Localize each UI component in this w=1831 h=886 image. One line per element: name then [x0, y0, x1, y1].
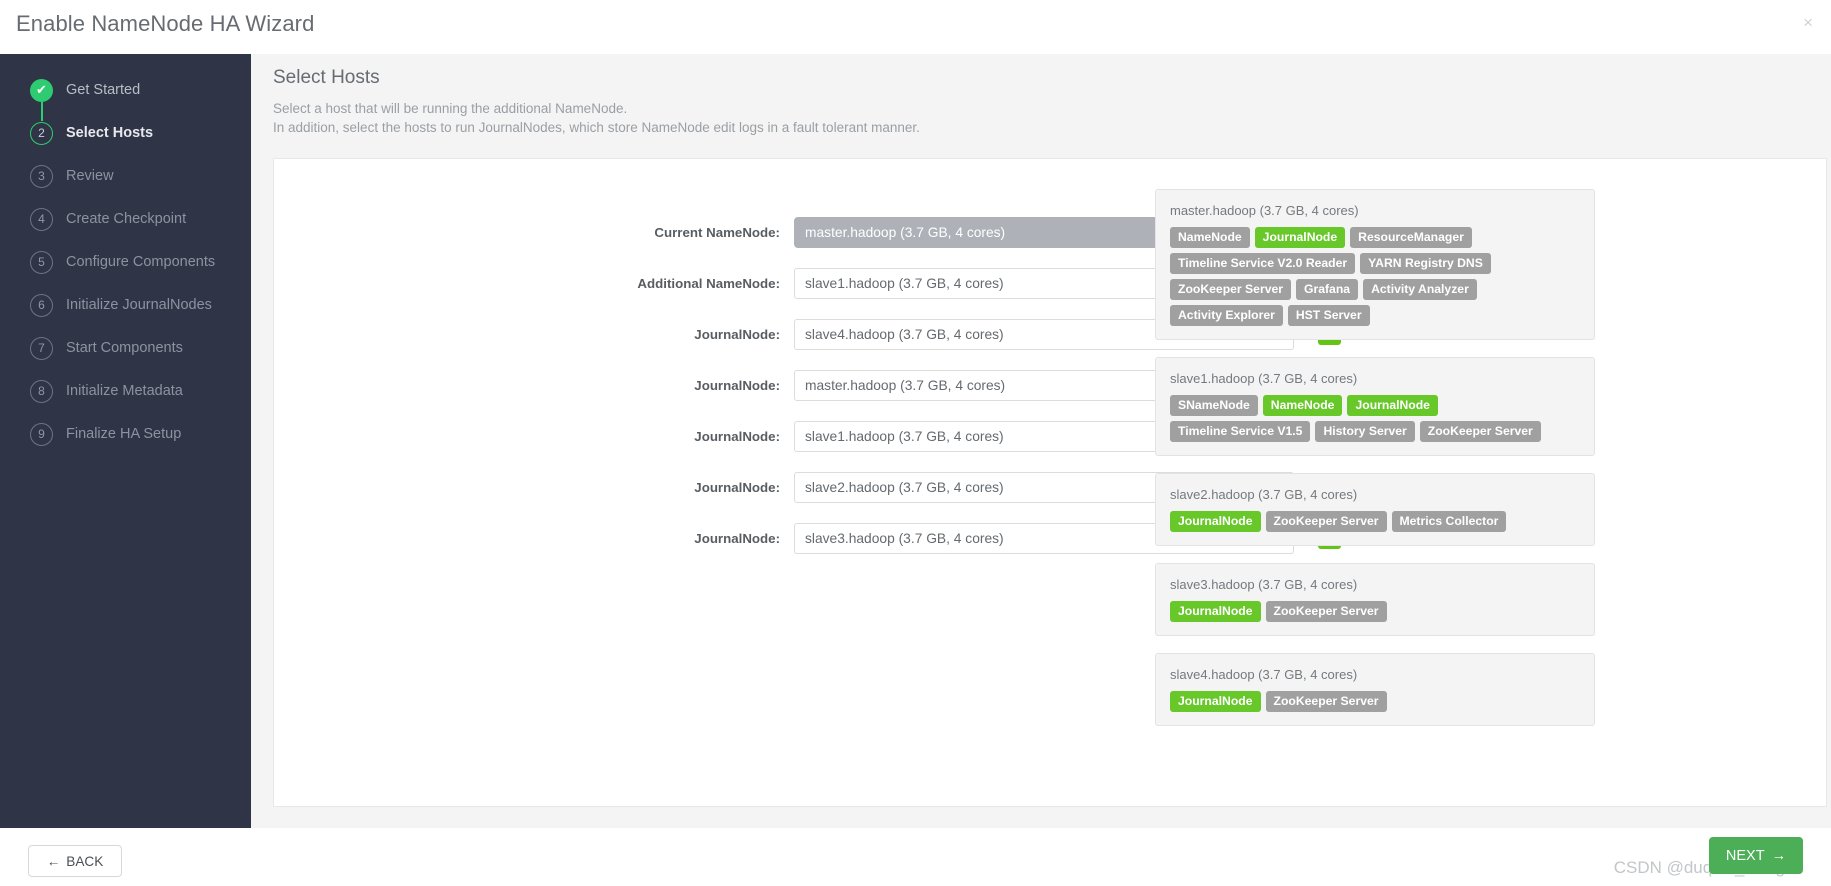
step-label: Select Hosts — [66, 125, 154, 141]
sidebar-step-initialize-metadata[interactable]: 8 Initialize Metadata — [30, 375, 183, 407]
back-button-label: BACK — [66, 853, 104, 869]
content-area: Select Hosts Select a host that will be … — [251, 54, 1831, 828]
component-tag: ZooKeeper Server — [1265, 691, 1387, 712]
component-tag: ZooKeeper Server — [1170, 279, 1291, 300]
sidebar-step-select-hosts[interactable]: 2 Select Hosts — [30, 117, 153, 149]
wizard-footer: ← BACK CSDN @duqiao_wang NEXT → — [0, 828, 1831, 886]
sidebar-step-get-started[interactable]: ✔ Get Started — [30, 74, 140, 106]
arrow-left-icon: ← — [46, 853, 61, 869]
host-card-name: slave1.hadoop (3.7 GB, 4 cores) — [1170, 371, 1358, 386]
component-tag-list: SNameNode NameNode JournalNode Timeline Ser… — [1170, 395, 1580, 442]
host-summary-list: master.hadoop (3.7 GB, 4 cores) NameNode J… — [1155, 189, 1595, 743]
host-select-value: slave4.hadoop (3.7 GB, 4 cores) — [805, 326, 1004, 342]
host-select-value: master.hadoop (3.7 GB, 4 cores) — [805, 377, 1006, 393]
step-label: Configure Components — [66, 254, 216, 270]
component-tag-list: NameNode JournalNode ResourceManager Timeli… — [1170, 227, 1580, 326]
host-select-value: master.hadoop (3.7 GB, 4 cores) — [805, 224, 1006, 240]
component-tag: NameNode — [1262, 395, 1343, 416]
window-titlebar: Enable NameNode HA Wizard × — [0, 0, 1831, 54]
next-button[interactable]: NEXT → — [1709, 837, 1803, 874]
component-tag-list: JournalNode ZooKeeper Server — [1170, 601, 1580, 622]
component-tag: ZooKeeper Server — [1265, 601, 1387, 622]
host-card-name: slave3.hadoop (3.7 GB, 4 cores) — [1170, 577, 1358, 592]
host-card-name: master.hadoop (3.7 GB, 4 cores) — [1170, 203, 1359, 218]
sidebar-step-start-components[interactable]: 7 Start Components — [30, 332, 183, 364]
component-tag: Grafana — [1296, 279, 1359, 300]
component-tag: YARN Registry DNS — [1360, 253, 1491, 274]
host-select-label: JournalNode: — [694, 377, 780, 393]
step-badge: 4 — [30, 207, 53, 231]
component-tag: Activity Explorer — [1170, 305, 1283, 326]
component-tag: History Server — [1315, 421, 1415, 442]
component-tag: JournalNode — [1170, 691, 1261, 712]
step-badge: 6 — [30, 293, 53, 317]
host-select-value: slave2.hadoop (3.7 GB, 4 cores) — [805, 479, 1004, 495]
component-tag: Timeline Service V2.0 Reader — [1170, 253, 1356, 274]
component-tag: Activity Analyzer — [1363, 279, 1477, 300]
sidebar-step-initialize-journalnodes[interactable]: 6 Initialize JournalNodes — [30, 289, 212, 321]
host-card-name: slave2.hadoop (3.7 GB, 4 cores) — [1170, 487, 1358, 502]
sidebar-step-review[interactable]: 3 Review — [30, 160, 114, 192]
host-selection-panel: Current NameNode: master.hadoop (3.7 GB, … — [273, 158, 1827, 807]
step-label: Start Components — [66, 340, 183, 356]
host-select-label: JournalNode: — [694, 326, 780, 342]
component-tag: HST Server — [1287, 305, 1370, 326]
close-icon[interactable]: × — [1803, 14, 1813, 31]
host-card-name: slave4.hadoop (3.7 GB, 4 cores) — [1170, 667, 1358, 682]
host-select-value: slave1.hadoop (3.7 GB, 4 cores) — [805, 428, 1004, 444]
component-tag: ZooKeeper Server — [1419, 421, 1541, 442]
host-select-label: JournalNode: — [694, 428, 780, 444]
step-label: Initialize JournalNodes — [66, 297, 212, 313]
host-summary-card: master.hadoop (3.7 GB, 4 cores) NameNode J… — [1155, 189, 1595, 340]
step-badge: 5 — [30, 250, 53, 274]
sidebar-step-configure-components[interactable]: 5 Configure Components — [30, 246, 215, 278]
host-select-label: Additional NameNode: — [637, 275, 780, 291]
component-tag: JournalNode — [1170, 601, 1261, 622]
component-tag: JournalNode — [1170, 511, 1261, 532]
step-label: Get Started — [66, 82, 141, 98]
page-description: Select a host that will be running the a… — [273, 99, 920, 137]
page-title: Select Hosts — [273, 67, 380, 88]
component-tag: JournalNode — [1347, 395, 1438, 416]
step-badge: 3 — [30, 164, 53, 188]
component-tag: ResourceManager — [1350, 227, 1472, 248]
component-tag: ZooKeeper Server — [1265, 511, 1387, 532]
step-label: Initialize Metadata — [66, 383, 183, 399]
step-label: Review — [66, 168, 114, 184]
step-label: Finalize HA Setup — [66, 426, 182, 442]
step-badge: 9 — [30, 422, 53, 446]
step-badge: 7 — [30, 336, 53, 360]
next-button-label: NEXT — [1725, 847, 1765, 864]
component-tag: JournalNode — [1254, 227, 1346, 248]
wizard-sidebar: ✔ Get Started 2 Select Hosts 3 Review 4 Create … — [0, 54, 251, 828]
step-badge: ✔ — [30, 78, 53, 102]
step-label: Create Checkpoint — [66, 211, 187, 227]
host-select-label: JournalNode: — [694, 530, 780, 546]
component-tag-list: JournalNode ZooKeeper Server — [1170, 691, 1580, 712]
arrow-right-icon: → — [1771, 847, 1787, 864]
sidebar-step-create-checkpoint[interactable]: 4 Create Checkpoint — [30, 203, 186, 235]
host-select-value: slave3.hadoop (3.7 GB, 4 cores) — [805, 530, 1004, 546]
host-select-label: JournalNode: — [694, 479, 780, 495]
page-description-line-1: Select a host that will be running the a… — [273, 101, 628, 116]
step-connector — [41, 102, 43, 121]
page-description-line-2: In addition, select the hosts to run Jou… — [273, 120, 920, 135]
component-tag: NameNode — [1170, 227, 1250, 248]
step-badge: 2 — [30, 121, 53, 145]
host-summary-card: slave4.hadoop (3.7 GB, 4 cores) JournalNo… — [1155, 653, 1595, 726]
component-tag: Timeline Service V1.5 — [1170, 421, 1311, 442]
component-tag: Metrics Collector — [1391, 511, 1507, 532]
sidebar-step-finalize-ha-setup[interactable]: 9 Finalize HA Setup — [30, 418, 181, 450]
host-summary-card: slave3.hadoop (3.7 GB, 4 cores) JournalNo… — [1155, 563, 1595, 636]
back-button[interactable]: ← BACK — [28, 845, 122, 877]
host-summary-card: slave2.hadoop (3.7 GB, 4 cores) JournalNo… — [1155, 473, 1595, 546]
host-select-value: slave1.hadoop (3.7 GB, 4 cores) — [805, 275, 1004, 291]
host-select-label: Current NameNode: — [654, 224, 780, 240]
step-badge: 8 — [30, 379, 53, 403]
component-tag: SNameNode — [1170, 395, 1258, 416]
component-tag-list: JournalNode ZooKeeper Server Metrics Colle… — [1170, 511, 1580, 532]
window-title: Enable NameNode HA Wizard — [16, 11, 315, 36]
host-summary-card: slave1.hadoop (3.7 GB, 4 cores) SNameNode… — [1155, 357, 1595, 456]
